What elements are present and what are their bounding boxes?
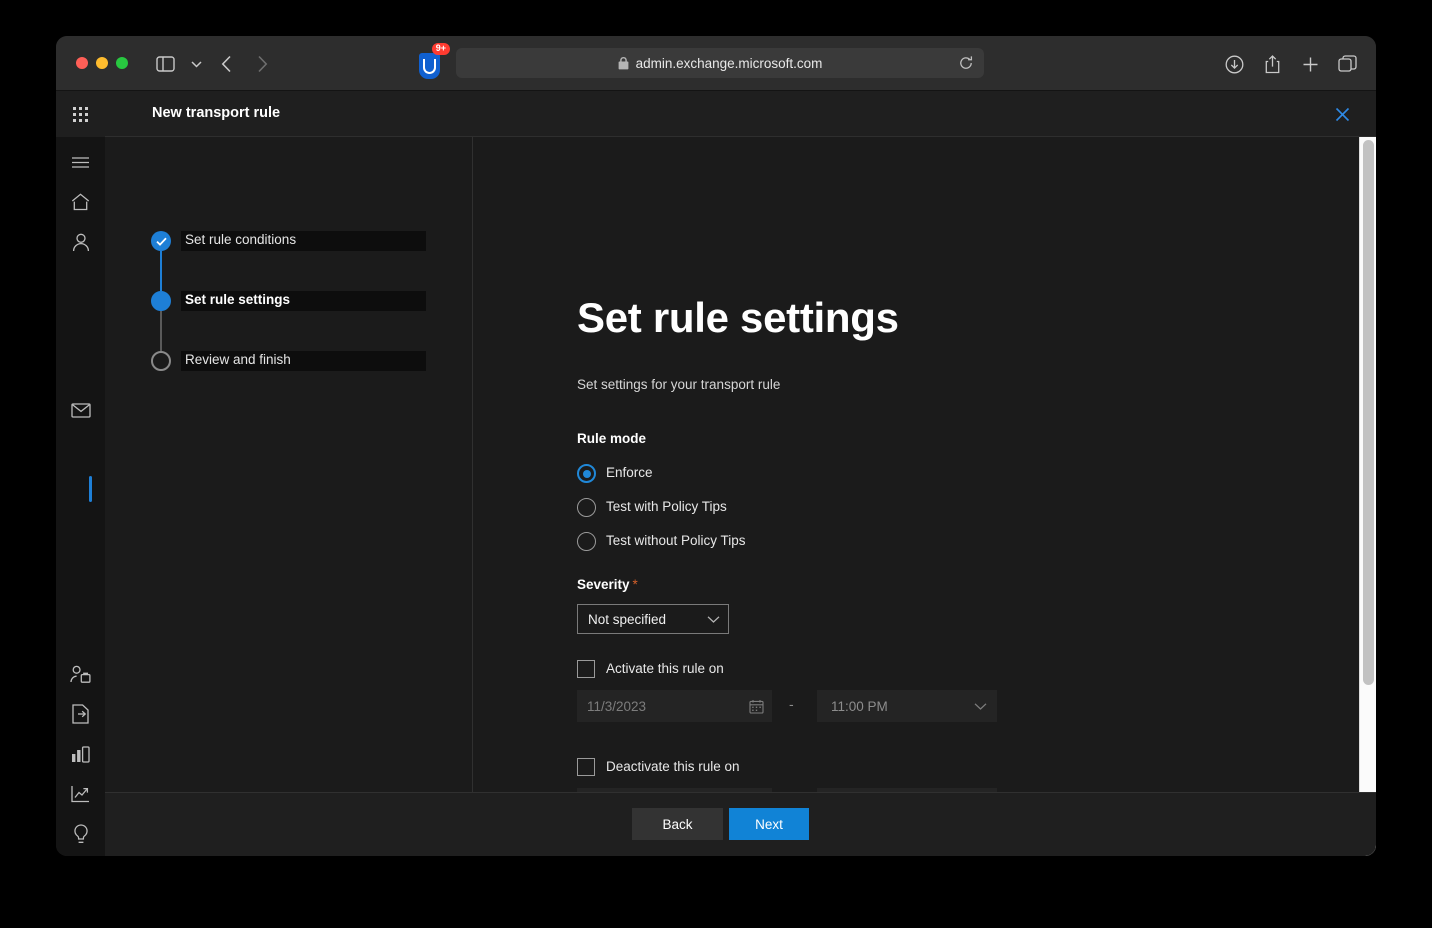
window-controls <box>76 57 128 69</box>
trending-up-icon[interactable] <box>56 774 105 814</box>
shield-glyph <box>419 53 440 79</box>
activate-time-value: 11:00 PM <box>831 698 888 714</box>
maximize-window-button[interactable] <box>116 57 128 69</box>
checkbox-label: Deactivate this rule on <box>606 759 740 774</box>
severity-label-text: Severity <box>577 577 630 592</box>
checkbox-label: Activate this rule on <box>606 661 724 676</box>
tab-overview-icon[interactable] <box>1333 50 1361 78</box>
step-current-indicator <box>151 291 171 311</box>
step-label: Review and finish <box>181 351 426 371</box>
back-button[interactable]: Back <box>632 808 723 840</box>
waffle-dots <box>73 106 88 122</box>
activate-time-select[interactable]: 11:00 PM <box>817 690 997 722</box>
step-label: Set rule settings <box>181 291 426 311</box>
activate-date-value: 11/3/2023 <box>587 698 647 714</box>
page-subtitle: Set settings for your transport rule <box>577 377 781 392</box>
radio-label: Test with Policy Tips <box>606 499 727 514</box>
step-label: Set rule conditions <box>181 231 426 251</box>
lock-icon <box>618 56 629 70</box>
calendar-icon[interactable] <box>749 699 764 714</box>
home-icon[interactable] <box>56 182 105 222</box>
step-connector <box>160 251 162 291</box>
severity-selected-value: Not specified <box>588 611 667 627</box>
radio-label: Enforce <box>606 465 653 480</box>
reload-icon[interactable] <box>958 55 974 71</box>
checkbox-indicator <box>577 660 595 678</box>
page-body: New transport rule Set rule conditions S… <box>56 91 1376 856</box>
active-section-indicator <box>89 476 92 502</box>
hamburger-menu-icon[interactable] <box>56 142 105 182</box>
severity-select[interactable]: Not specified <box>577 604 729 634</box>
shield-extension-icon[interactable]: 9+ <box>415 43 450 79</box>
close-window-button[interactable] <box>76 57 88 69</box>
scrollbar-thumb[interactable] <box>1363 140 1374 685</box>
browser-toolbar: 9+ admin.exchange.microsoft.com <box>56 36 1376 91</box>
app-rail <box>56 91 105 856</box>
browser-forward-icon[interactable] <box>248 50 276 78</box>
page-heading: Set rule settings <box>577 294 899 341</box>
mail-icon[interactable] <box>56 390 105 430</box>
wizard-content: Set rule settings Set settings for your … <box>473 137 1359 856</box>
lightbulb-icon[interactable] <box>56 814 105 854</box>
rule-mode-label: Rule mode <box>577 431 647 446</box>
step-complete-check-icon <box>151 231 171 251</box>
chevron-down-icon[interactable] <box>182 50 210 78</box>
checkbox-indicator <box>577 758 595 776</box>
next-button[interactable]: Next <box>729 808 809 840</box>
app-launcher-waffle-icon[interactable] <box>56 91 105 137</box>
url-text: admin.exchange.microsoft.com <box>635 55 823 71</box>
radio-indicator <box>577 464 596 483</box>
radio-indicator <box>577 498 596 517</box>
sidebar-toggle-icon[interactable] <box>151 50 179 78</box>
radio-label: Test without Policy Tips <box>606 533 746 548</box>
chevron-down-icon <box>974 702 987 711</box>
person-briefcase-icon[interactable] <box>56 654 105 694</box>
share-icon[interactable] <box>1258 50 1286 78</box>
required-asterisk: * <box>632 577 638 592</box>
wizard-panel-header: New transport rule <box>105 91 1376 137</box>
close-icon[interactable] <box>1330 102 1354 126</box>
browser-back-icon[interactable] <box>212 50 240 78</box>
url-bar[interactable]: admin.exchange.microsoft.com <box>456 48 984 78</box>
chevron-down-icon <box>707 615 720 624</box>
severity-label: Severity * <box>577 577 638 592</box>
page-title: New transport rule <box>152 105 281 121</box>
person-icon[interactable] <box>56 222 105 262</box>
step-connector <box>160 311 162 351</box>
document-arrow-icon[interactable] <box>56 694 105 734</box>
step-pending-indicator <box>151 351 171 371</box>
extension-badge: 9+ <box>431 43 450 55</box>
bar-chart-icon[interactable] <box>56 734 105 774</box>
download-icon[interactable] <box>1220 50 1248 78</box>
browser-window: 9+ admin.exchange.microsoft.com New tran… <box>56 36 1376 856</box>
wizard-footer: Back Next <box>105 792 1376 856</box>
minimize-window-button[interactable] <box>96 57 108 69</box>
wizard-steps-panel: Set rule conditions Set rule settings Re… <box>105 137 473 856</box>
datetime-separator: - <box>789 696 794 712</box>
content-scrollbar[interactable] <box>1359 137 1376 856</box>
radio-indicator <box>577 532 596 551</box>
plus-icon[interactable] <box>1296 50 1324 78</box>
activate-date-input[interactable]: 11/3/2023 <box>577 690 772 722</box>
